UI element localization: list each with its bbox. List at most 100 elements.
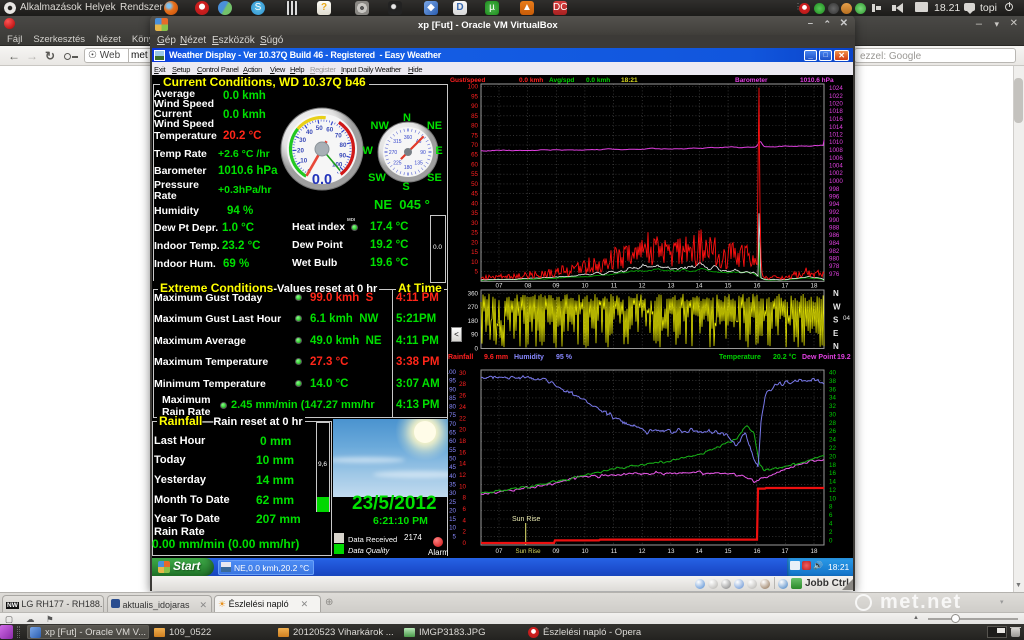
- svg-text:1008: 1008: [829, 147, 843, 154]
- svg-text:28: 28: [459, 381, 466, 388]
- svg-text:978: 978: [829, 263, 840, 270]
- svg-text:90: 90: [471, 332, 478, 339]
- svg-text:12: 12: [459, 472, 466, 479]
- svg-text:14: 14: [696, 548, 703, 555]
- svg-text:6: 6: [829, 512, 833, 519]
- svg-text:80: 80: [340, 142, 347, 149]
- svg-text:15: 15: [725, 283, 732, 290]
- svg-text:95: 95: [449, 378, 456, 385]
- svg-text:90: 90: [339, 153, 346, 160]
- svg-text:12: 12: [639, 283, 646, 290]
- svg-text:8: 8: [463, 495, 467, 502]
- svg-text:12: 12: [639, 548, 646, 555]
- svg-text:0: 0: [475, 346, 479, 353]
- svg-text:984: 984: [829, 240, 840, 247]
- svg-text:982: 982: [829, 248, 840, 255]
- svg-text:10: 10: [471, 259, 478, 266]
- svg-text:15: 15: [471, 249, 478, 256]
- svg-text:20: 20: [297, 148, 304, 155]
- svg-text:10: 10: [582, 283, 589, 290]
- svg-text:50: 50: [449, 456, 456, 463]
- svg-text:225: 225: [393, 160, 402, 166]
- svg-text:0: 0: [463, 540, 467, 547]
- svg-text:996: 996: [829, 194, 840, 201]
- svg-text:55: 55: [449, 447, 456, 454]
- svg-text:25: 25: [471, 230, 478, 237]
- svg-text:80: 80: [471, 123, 478, 130]
- svg-text:1020: 1020: [829, 101, 843, 108]
- svg-text:32: 32: [829, 403, 836, 410]
- svg-text:5: 5: [475, 269, 479, 276]
- svg-text:24: 24: [459, 404, 466, 411]
- svg-text:65: 65: [449, 430, 456, 437]
- svg-text:09: 09: [553, 283, 560, 290]
- svg-text:60: 60: [326, 126, 333, 133]
- svg-text:12: 12: [829, 487, 836, 494]
- svg-text:135: 135: [414, 160, 423, 166]
- svg-text:18: 18: [459, 438, 466, 445]
- svg-text:16: 16: [754, 283, 761, 290]
- svg-text:28: 28: [829, 420, 836, 427]
- svg-text:11: 11: [611, 548, 618, 555]
- svg-text:1000: 1000: [829, 178, 843, 185]
- svg-text:S: S: [833, 316, 839, 325]
- svg-text:45: 45: [471, 191, 478, 198]
- svg-text:16: 16: [459, 449, 466, 456]
- svg-text:N: N: [833, 289, 839, 298]
- svg-text:75: 75: [449, 412, 456, 419]
- svg-text:60: 60: [471, 162, 478, 169]
- svg-text:70: 70: [449, 421, 456, 428]
- svg-text:14: 14: [696, 283, 703, 290]
- svg-text:26: 26: [829, 428, 836, 435]
- svg-text:17: 17: [782, 283, 789, 290]
- svg-text:980: 980: [829, 256, 840, 263]
- svg-text:30: 30: [829, 411, 836, 418]
- svg-text:90: 90: [449, 386, 456, 393]
- svg-text:986: 986: [829, 232, 840, 239]
- svg-text:24: 24: [829, 437, 836, 444]
- svg-text:998: 998: [829, 186, 840, 193]
- svg-text:40: 40: [471, 200, 478, 207]
- svg-text:1022: 1022: [829, 93, 843, 100]
- svg-text:38: 38: [829, 378, 836, 385]
- svg-text:11: 11: [611, 283, 618, 290]
- svg-text:270: 270: [468, 304, 479, 311]
- svg-text:2: 2: [829, 529, 833, 536]
- svg-text:1014: 1014: [829, 124, 843, 131]
- svg-text:0.0: 0.0: [312, 172, 332, 188]
- svg-text:270: 270: [389, 150, 398, 156]
- svg-text:1002: 1002: [829, 170, 843, 177]
- svg-text:07: 07: [496, 548, 503, 555]
- svg-text:360: 360: [468, 291, 479, 298]
- svg-text:16: 16: [829, 470, 836, 477]
- svg-text:990: 990: [829, 217, 840, 224]
- svg-text:14: 14: [459, 461, 466, 468]
- svg-text:40: 40: [829, 370, 836, 377]
- svg-text:09: 09: [553, 548, 560, 555]
- svg-text:4: 4: [463, 517, 467, 524]
- svg-text:35: 35: [449, 481, 456, 488]
- svg-text:17: 17: [782, 548, 789, 555]
- svg-text:20: 20: [459, 427, 466, 434]
- svg-text:18: 18: [811, 283, 818, 290]
- svg-text:100: 100: [448, 369, 457, 376]
- svg-text:50: 50: [316, 125, 323, 132]
- svg-text:360: 360: [404, 135, 413, 141]
- svg-text:1024: 1024: [829, 85, 843, 92]
- svg-text:36: 36: [829, 386, 836, 393]
- svg-text:315: 315: [393, 139, 402, 145]
- svg-text:30: 30: [471, 220, 478, 227]
- svg-text:Sun Rise: Sun Rise: [515, 548, 541, 555]
- svg-text:60: 60: [449, 438, 456, 445]
- svg-text:18: 18: [829, 462, 836, 469]
- svg-text:10: 10: [459, 483, 466, 490]
- svg-text:14: 14: [829, 479, 836, 486]
- svg-text:85: 85: [471, 113, 478, 120]
- svg-text:40: 40: [449, 473, 456, 480]
- svg-text:6: 6: [463, 506, 467, 513]
- svg-text:976: 976: [829, 271, 840, 278]
- svg-text:85: 85: [449, 395, 456, 402]
- svg-text:2: 2: [463, 529, 467, 536]
- svg-text:1006: 1006: [829, 155, 843, 162]
- svg-text:22: 22: [459, 415, 466, 422]
